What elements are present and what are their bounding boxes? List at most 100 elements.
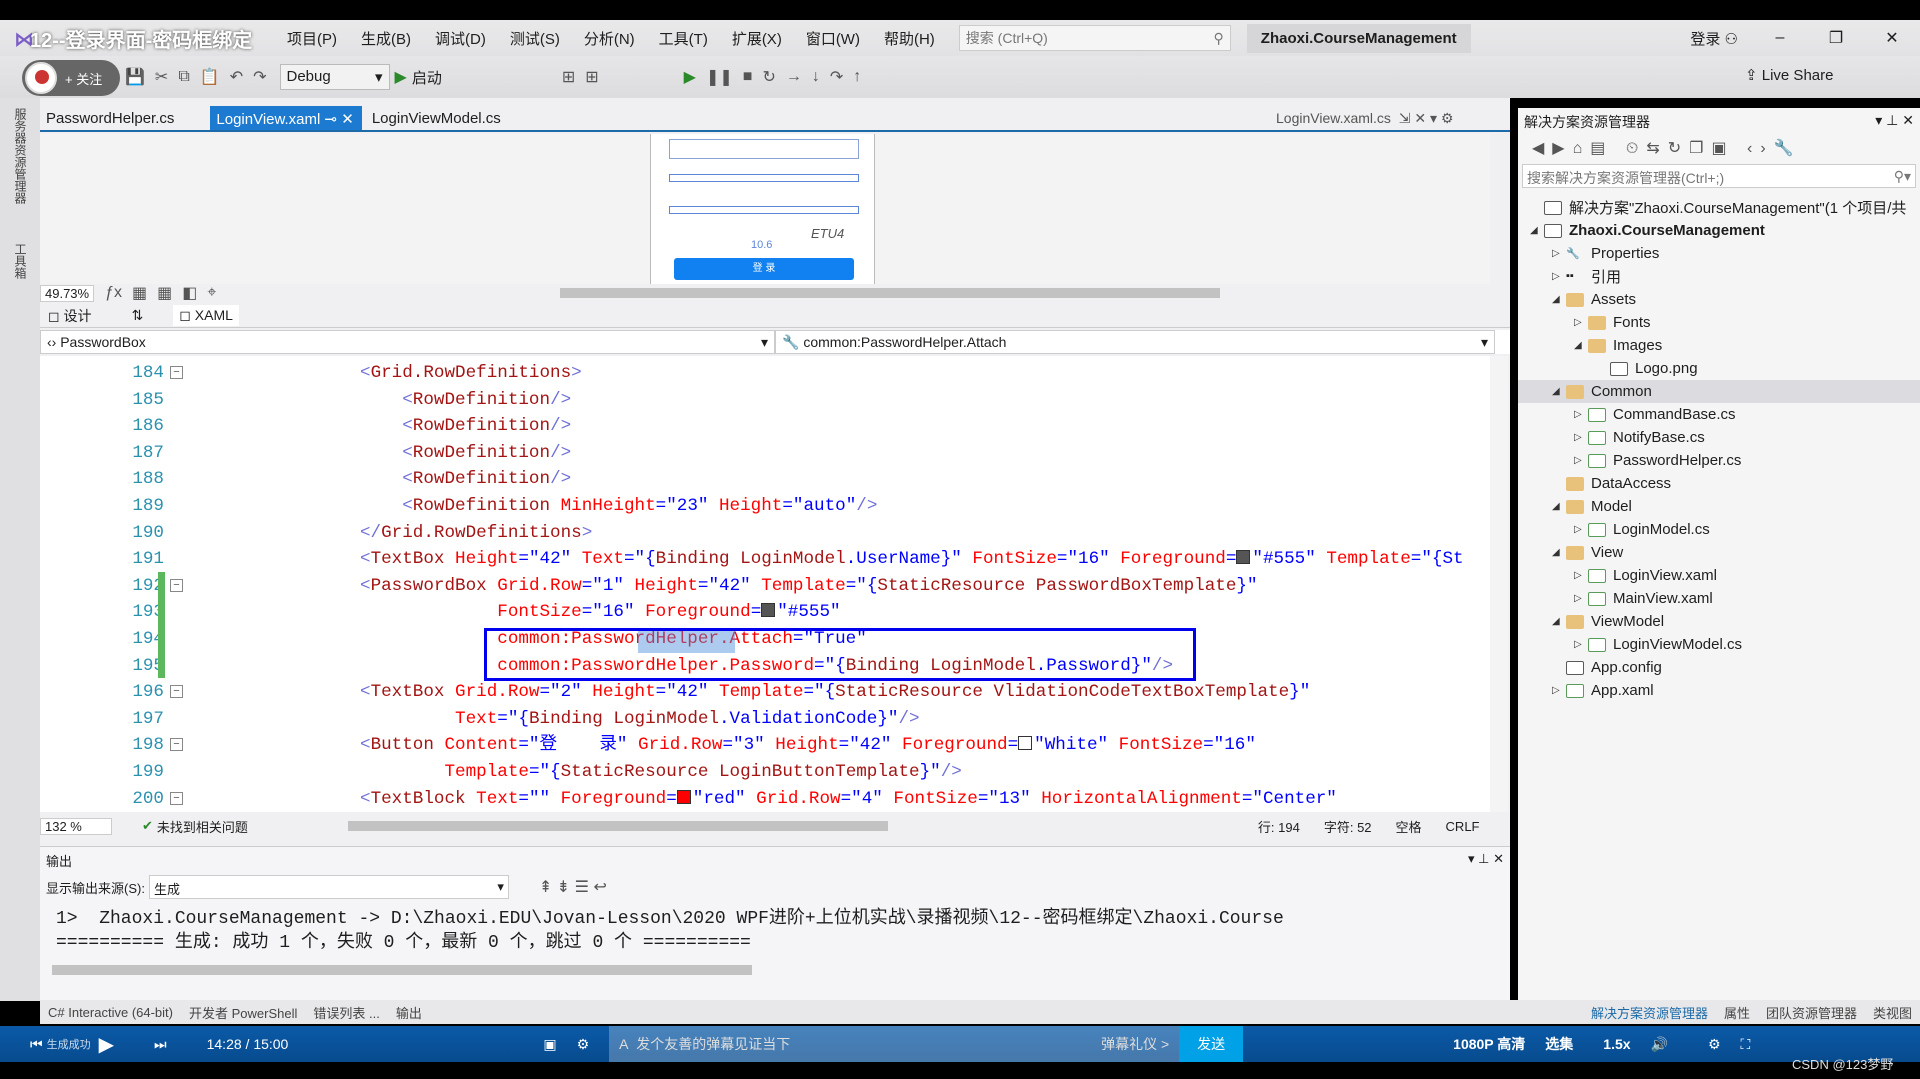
fullscreen-icon[interactable]: ⛶ xyxy=(1741,1036,1751,1053)
close-icon[interactable]: ✕ xyxy=(341,111,354,128)
output-panel-controls[interactable]: ▾ ⊥ ✕ xyxy=(1468,851,1504,867)
bottom-tab[interactable]: 输出 xyxy=(396,1003,422,1022)
code-horizontal-scrollbar[interactable] xyxy=(347,821,888,831)
swap-icon[interactable]: ⇅ xyxy=(132,307,144,324)
code-editor[interactable]: 184− <Grid.RowDefinitions> 185 <RowDefinit… xyxy=(40,356,1498,812)
pin-icon[interactable]: ⊸ xyxy=(320,111,341,128)
solution-toolbar[interactable]: ◀▶⌂▤ ⏲⇆↻❐▣ ‹›🔧 xyxy=(1518,134,1920,164)
tree-item[interactable]: 解决方案"Zhaoxi.CourseManagement"(1 个项目/共 xyxy=(1518,196,1920,219)
minimize-button[interactable]: – xyxy=(1752,29,1808,47)
bottom-tab-right[interactable]: 类视图 xyxy=(1873,1003,1912,1022)
collapsed-arrow-icon[interactable]: ▷ xyxy=(1552,248,1566,259)
menu-item[interactable]: 扩展(X) xyxy=(720,28,794,49)
bottom-tab-right[interactable]: 团队资源管理器 xyxy=(1766,1003,1857,1022)
next-icon[interactable]: ⏭ xyxy=(154,1036,167,1053)
live-share-button[interactable]: ⇪ Live Share xyxy=(1745,66,1833,84)
tree-item[interactable]: ▷ PasswordHelper.cs xyxy=(1518,449,1920,472)
grid2-icon[interactable]: ▦ xyxy=(157,283,172,303)
fx-icon[interactable]: ƒx xyxy=(105,284,122,302)
collapsed-arrow-icon[interactable]: ▷ xyxy=(1574,639,1588,650)
redo-icon[interactable]: ↷ xyxy=(253,67,266,87)
tree-item[interactable]: ▷ 🔧 Properties xyxy=(1518,242,1920,265)
configuration-dropdown[interactable]: Debug ▾ xyxy=(279,64,390,90)
quality-button[interactable]: 1080P 高清 xyxy=(1453,1034,1525,1054)
tree-item[interactable]: ◢ Images xyxy=(1518,334,1920,357)
tree-item[interactable]: ▷ LoginView.xaml xyxy=(1518,564,1920,587)
tree-item[interactable]: ◢ Zhaoxi.CourseManagement xyxy=(1518,219,1920,242)
danmu-settings-icon[interactable]: ⚙ xyxy=(577,1036,590,1053)
expanded-arrow-icon[interactable]: ◢ xyxy=(1552,616,1566,627)
toolbox-tab[interactable]: 工具箱 xyxy=(12,243,29,279)
tree-item[interactable]: ▷ LoginModel.cs xyxy=(1518,518,1920,541)
bottom-tab[interactable]: 错误列表 ... xyxy=(313,1003,379,1022)
follow-button[interactable]: + 关注 xyxy=(22,60,120,96)
expanded-arrow-icon[interactable]: ◢ xyxy=(1552,547,1566,558)
tab-xaml[interactable]: ◻ XAML xyxy=(173,305,239,326)
restart-icon[interactable]: ↻ xyxy=(762,67,775,87)
tree-item[interactable]: ◢ View xyxy=(1518,541,1920,564)
step-icon[interactable]: → xyxy=(786,68,802,86)
menu-item[interactable]: 工具(T) xyxy=(647,28,720,49)
send-button[interactable]: 发送 xyxy=(1179,1026,1244,1062)
copy-icon[interactable]: ⧉ xyxy=(178,68,189,86)
bottom-tab[interactable]: C# Interactive (64-bit) xyxy=(48,1005,173,1020)
tab-document[interactable]: PasswordHelper.cs xyxy=(40,106,180,130)
fold-toggle-icon[interactable]: − xyxy=(170,685,183,699)
danmu-input[interactable]: A 发个友善的弹幕见证当下 弹幕礼仪 > xyxy=(609,1026,1180,1062)
tree-item[interactable]: ◢ ViewModel xyxy=(1518,610,1920,633)
tree-item[interactable]: ◢ Common xyxy=(1518,380,1920,403)
expanded-arrow-icon[interactable]: ◢ xyxy=(1530,225,1544,236)
tree-item[interactable]: ◢ Assets xyxy=(1518,288,1920,311)
tree-item[interactable]: ▷ MainView.xaml xyxy=(1518,587,1920,610)
fold-toggle-icon[interactable]: − xyxy=(170,578,183,592)
snap-icon[interactable]: ◧ xyxy=(182,283,197,303)
bottom-tab-right[interactable]: 属性 xyxy=(1724,1003,1750,1022)
collapsed-arrow-icon[interactable]: ▷ xyxy=(1574,570,1588,581)
collapsed-arrow-icon[interactable]: ▷ xyxy=(1574,593,1588,604)
expanded-arrow-icon[interactable]: ◢ xyxy=(1552,386,1566,397)
cut-icon[interactable]: ✂ xyxy=(155,67,168,87)
collapsed-arrow-icon[interactable]: ▷ xyxy=(1552,271,1566,282)
fold-toggle-icon[interactable]: − xyxy=(170,738,183,752)
tree-item[interactable]: App.config xyxy=(1518,656,1920,679)
undo-icon[interactable]: ↶ xyxy=(230,67,243,87)
tree-item[interactable]: ▷ NotifyBase.cs xyxy=(1518,426,1920,449)
code-vertical-scrollbar[interactable] xyxy=(1490,356,1508,812)
bottom-tab[interactable]: 开发者 PowerShell xyxy=(189,1003,297,1022)
menu-item[interactable]: 项目(P) xyxy=(275,28,349,49)
breakpoint-icon[interactable]: ⊞ xyxy=(562,67,575,87)
fold-toggle-icon[interactable]: − xyxy=(170,366,183,379)
settings-icon[interactable]: ⚙ xyxy=(1708,1036,1721,1053)
close-button[interactable]: ✕ xyxy=(1864,28,1920,48)
menu-item[interactable]: 测试(S) xyxy=(498,28,572,49)
stop-icon[interactable]: ■ xyxy=(743,68,753,86)
collapsed-arrow-icon[interactable]: ▷ xyxy=(1574,455,1588,466)
speed-button[interactable]: 1.5x xyxy=(1603,1036,1630,1052)
collapsed-arrow-icon[interactable]: ▷ xyxy=(1574,432,1588,443)
collapsed-arrow-icon[interactable]: ▷ xyxy=(1552,685,1566,696)
expanded-arrow-icon[interactable]: ◢ xyxy=(1552,294,1566,305)
snap-grid-icon[interactable]: ⌖ xyxy=(207,284,216,302)
tree-item[interactable]: DataAccess xyxy=(1518,472,1920,495)
save-icon[interactable]: 💾 xyxy=(125,67,145,87)
step-out-icon[interactable]: ↑ xyxy=(853,68,861,86)
code-zoom-dropdown[interactable]: 132 % xyxy=(40,817,112,835)
collapsed-arrow-icon[interactable]: ▷ xyxy=(1574,317,1588,328)
grid-icon[interactable]: ▦ xyxy=(132,283,147,303)
output-horizontal-scrollbar[interactable] xyxy=(52,965,752,975)
tab-document[interactable]: LoginView.xaml ⊸ ✕ xyxy=(210,106,362,130)
episodes-button[interactable]: 选集 xyxy=(1545,1034,1573,1054)
tree-item[interactable]: ▷ App.xaml xyxy=(1518,679,1920,702)
menu-item[interactable]: 窗口(W) xyxy=(794,28,872,49)
pause-icon[interactable]: ❚❚ xyxy=(706,67,733,87)
output-source-dropdown[interactable]: 生成 ▾ xyxy=(148,875,509,899)
danmu-toggle-icon[interactable]: ▣ xyxy=(543,1036,556,1053)
solution-search-input[interactable]: 搜索解决方案资源管理器(Ctrl+;) ⚲▾ xyxy=(1522,164,1916,188)
designer-zoom-dropdown[interactable]: 49.73% xyxy=(40,284,95,302)
bottom-tab-right[interactable]: 解决方案资源管理器 xyxy=(1591,1003,1708,1022)
tree-item[interactable]: ▷ ▪▪ 引用 xyxy=(1518,265,1920,288)
issues-status[interactable]: 未找到相关问题 xyxy=(157,817,248,836)
output-toolbar-icons[interactable]: ⇞ ⇟ ☰ ↩ xyxy=(539,877,607,897)
menu-item[interactable]: 生成(B) xyxy=(349,28,423,49)
danmu-etiquette-link[interactable]: 弹幕礼仪 > xyxy=(1101,1034,1169,1054)
